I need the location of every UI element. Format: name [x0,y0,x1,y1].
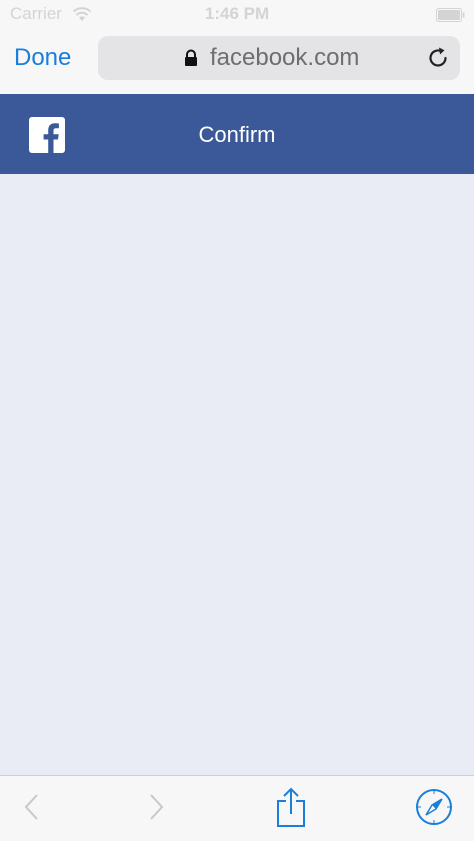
status-bar: Carrier 1:46 PM [0,0,474,32]
lock-icon [184,49,198,72]
chevron-right-icon [146,792,166,827]
url-bar[interactable]: facebook.com [98,36,460,80]
back-button[interactable] [2,776,62,841]
open-in-safari-button[interactable] [404,776,464,841]
facebook-header: Confirm [0,94,474,174]
compass-icon [415,788,453,831]
battery-icon [436,8,465,22]
chevron-left-icon [22,792,42,827]
reload-icon[interactable] [426,46,450,75]
url-text: facebook.com [210,44,360,71]
screen: Carrier 1:46 PM Done facebook.com Confir… [0,0,474,841]
forward-button[interactable] [126,776,186,841]
browser-top-bar: Done facebook.com [0,32,474,94]
status-time: 1:46 PM [204,4,270,23]
done-button[interactable]: Done [14,44,71,72]
page-content [0,174,474,775]
browser-bottom-toolbar [0,775,474,841]
share-icon [275,787,307,832]
page-title: Confirm [198,122,276,147]
share-button[interactable] [261,776,321,841]
